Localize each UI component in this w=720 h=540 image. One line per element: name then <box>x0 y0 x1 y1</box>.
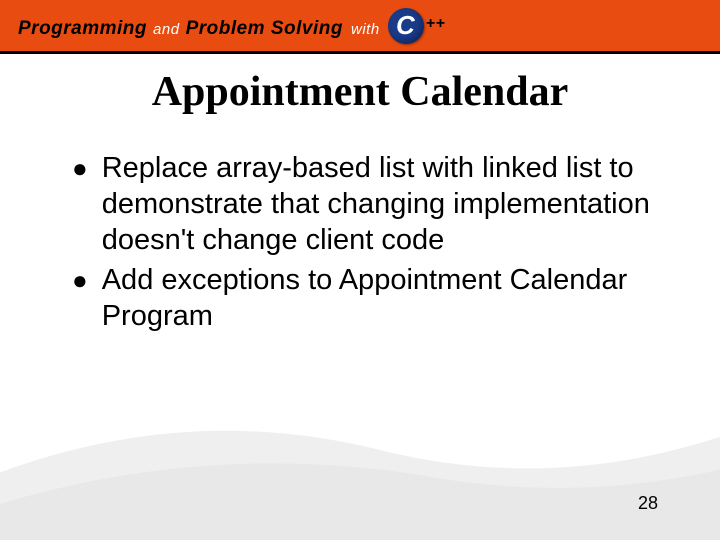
bullet-text: Replace array-based list with linked lis… <box>102 150 660 258</box>
book-logo: Programming and Problem Solving with C +… <box>18 8 445 44</box>
logo-word-and: and <box>153 21 180 38</box>
bullet-dot-icon: ● <box>72 150 88 186</box>
slide-content: ● Replace array-based list with linked l… <box>0 150 720 334</box>
cpp-logo: C ++ <box>388 8 446 44</box>
page-number: 28 <box>638 493 658 514</box>
logo-word-programming: Programming <box>18 18 147 40</box>
slide-title: Appointment Calendar <box>0 68 720 116</box>
bullet-item: ● Add exceptions to Appointment Calendar… <box>72 262 660 334</box>
logo-word-problem-solving: Problem Solving <box>186 18 343 40</box>
bullet-text: Add exceptions to Appointment Calendar P… <box>102 262 660 334</box>
cpp-c-icon: C <box>388 8 424 44</box>
logo-word-with: with <box>351 21 380 38</box>
bullet-item: ● Replace array-based list with linked l… <box>72 150 660 258</box>
bullet-dot-icon: ● <box>72 262 88 298</box>
header-bar: Programming and Problem Solving with C +… <box>0 0 720 54</box>
cpp-plus-icon: ++ <box>426 22 446 30</box>
background-swoosh <box>0 360 720 540</box>
